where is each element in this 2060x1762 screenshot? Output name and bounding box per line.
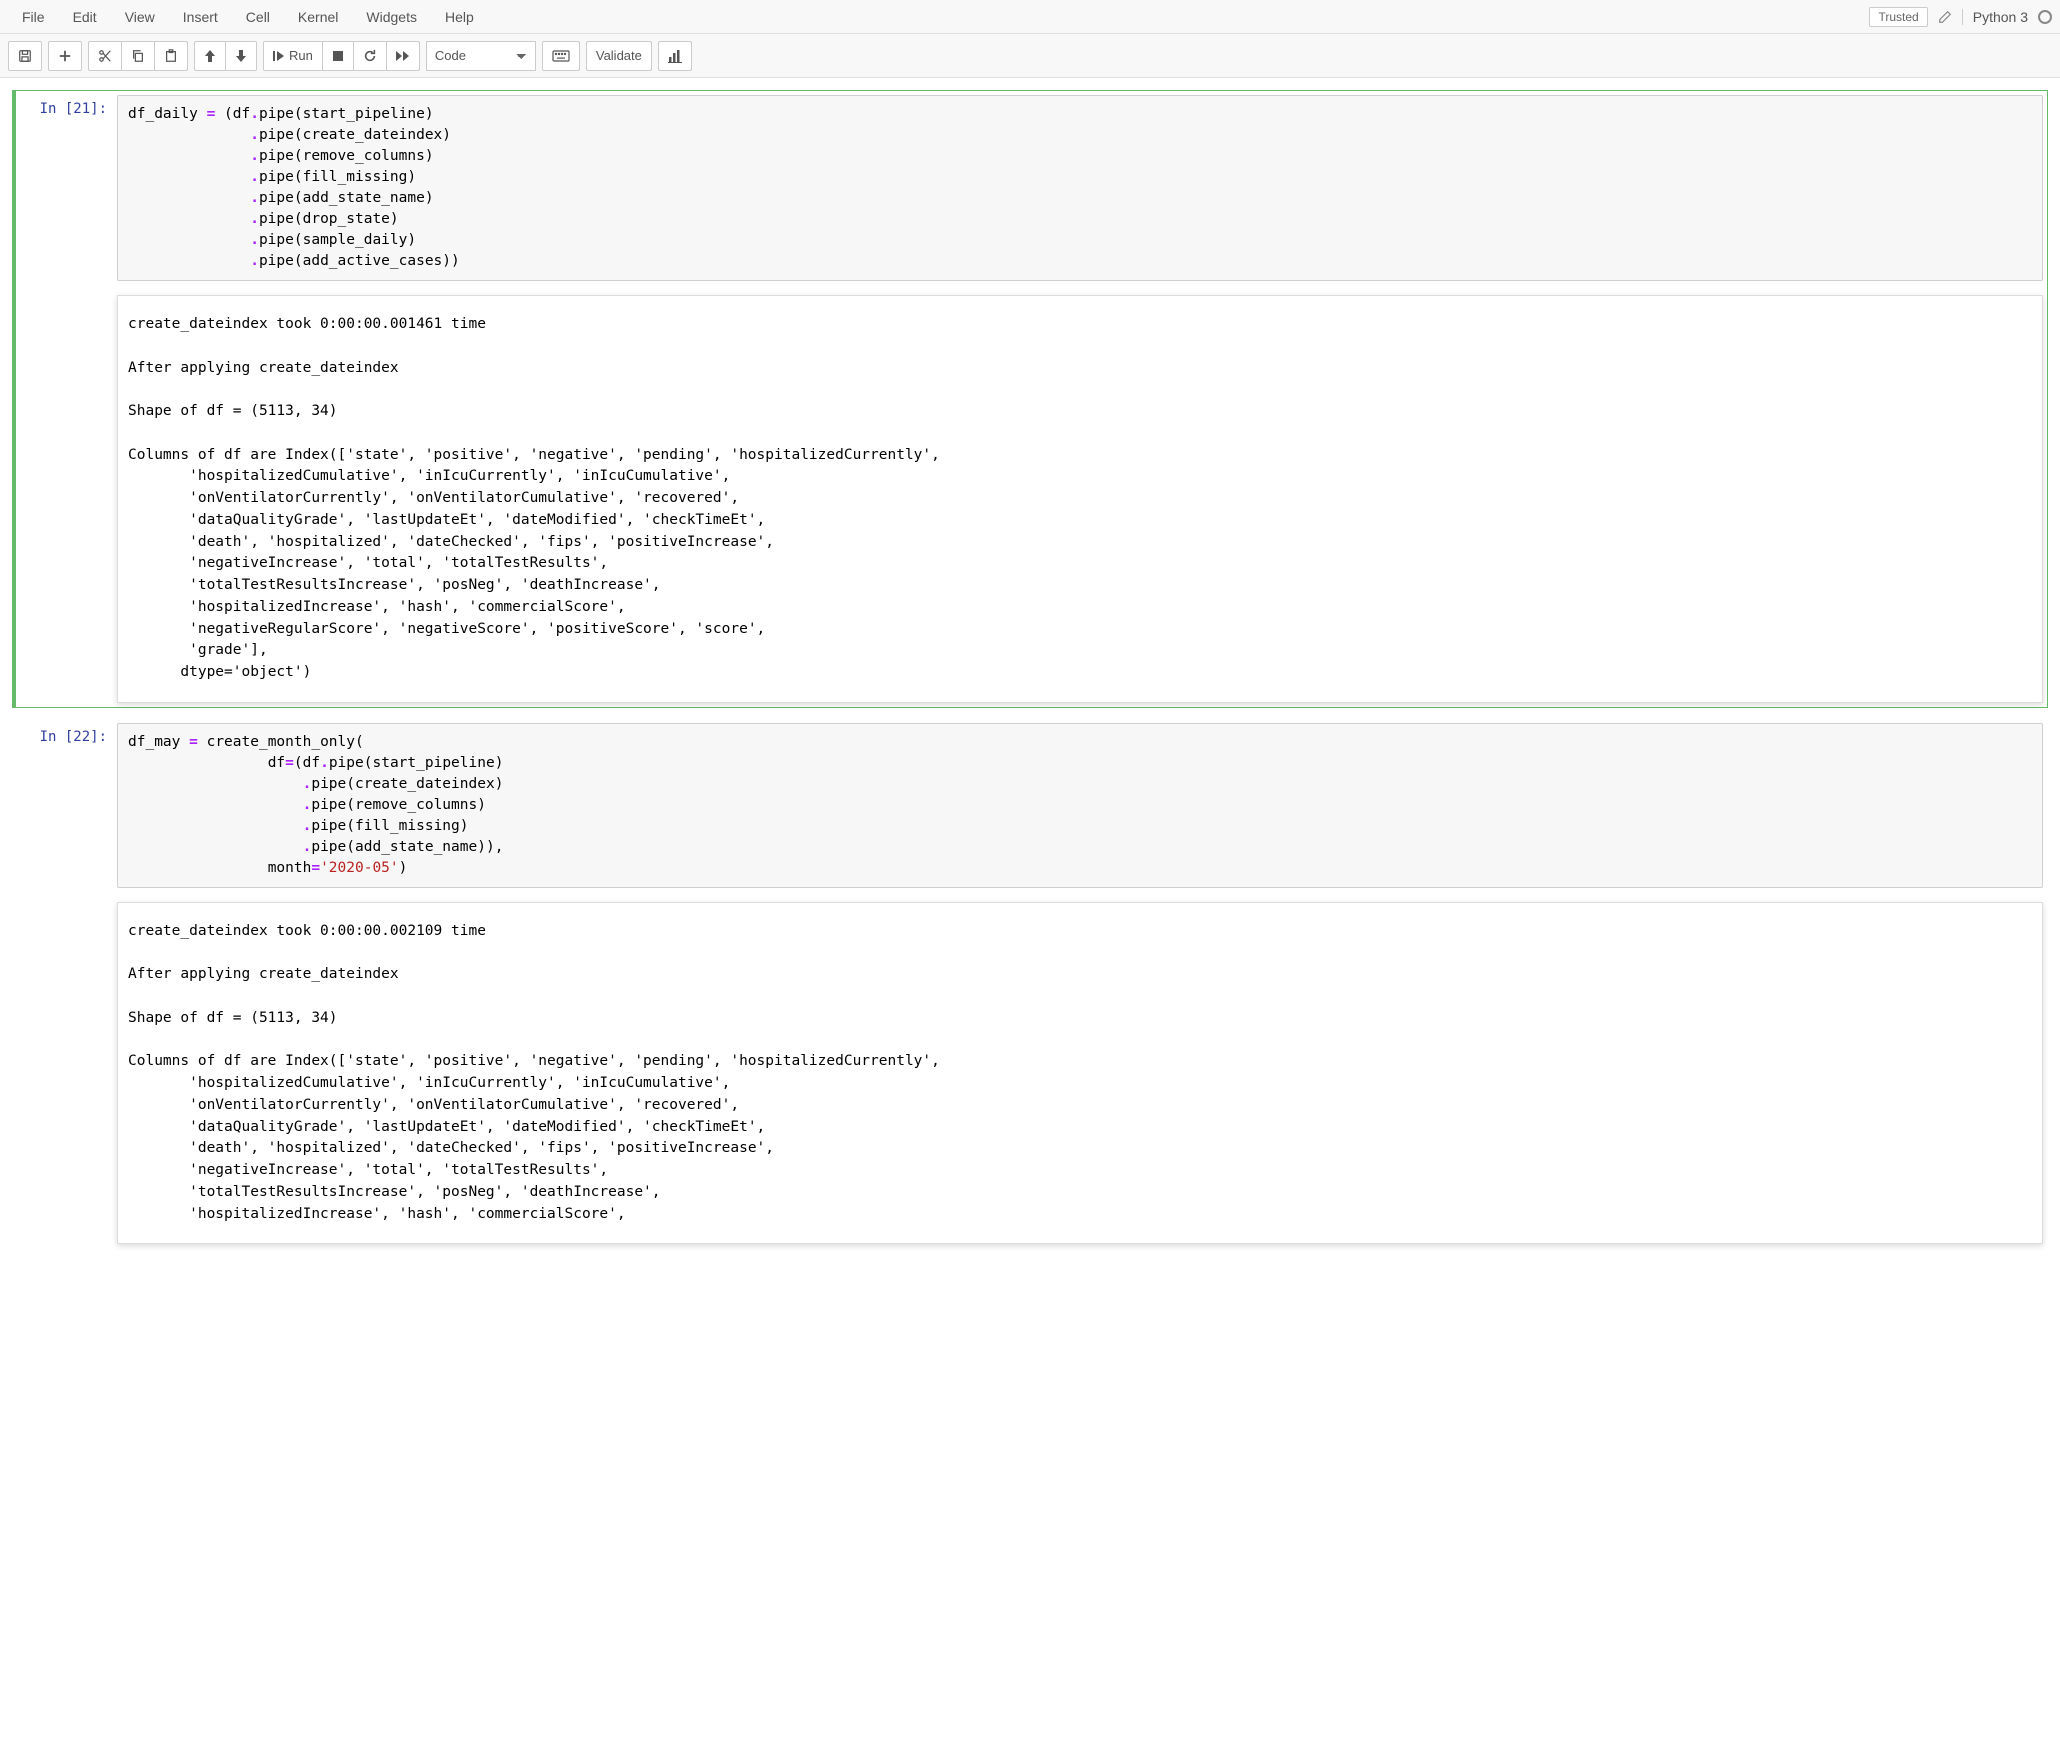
menubar-right: Trusted Python 3 — [1869, 7, 2052, 27]
paste-icon — [164, 49, 178, 63]
celltype-select[interactable]: Code — [426, 41, 536, 71]
plus-icon — [58, 49, 72, 63]
run-icon — [273, 50, 285, 62]
menu-edit[interactable]: Edit — [59, 3, 111, 31]
kernel-name[interactable]: Python 3 — [1962, 9, 2028, 25]
code-cell[interactable]: In [22]: df_may = create_month_only( df=… — [12, 718, 2048, 1250]
menu-kernel[interactable]: Kernel — [284, 3, 352, 31]
code-input[interactable]: df_may = create_month_only( df=(df.pipe(… — [117, 723, 2043, 888]
interrupt-button[interactable] — [323, 41, 354, 71]
menu-widgets[interactable]: Widgets — [352, 3, 431, 31]
paste-button[interactable] — [155, 41, 188, 71]
output-text: create_dateindex took 0:00:00.001461 tim… — [128, 314, 2032, 684]
menu-insert[interactable]: Insert — [169, 3, 232, 31]
save-icon — [18, 49, 32, 63]
pencil-icon[interactable] — [1938, 10, 1952, 24]
toolbar: Run Code Validate — [0, 34, 2060, 78]
menu-help[interactable]: Help — [431, 3, 488, 31]
kernel-status-icon[interactable] — [2038, 10, 2052, 24]
output-area: create_dateindex took 0:00:00.002109 tim… — [117, 902, 2043, 1245]
output-text: create_dateindex took 0:00:00.002109 tim… — [128, 921, 2032, 1226]
stop-icon — [332, 50, 344, 62]
notebook-container: In [21]: df_daily = (df.pipe(start_pipel… — [0, 78, 2060, 1271]
cut-button[interactable] — [88, 41, 122, 71]
input-prompt: In [22]: — [17, 723, 117, 1245]
move-up-button[interactable] — [194, 41, 226, 71]
run-label: Run — [289, 48, 313, 63]
menu-file[interactable]: File — [8, 3, 59, 31]
code-input[interactable]: df_daily = (df.pipe(start_pipeline) .pip… — [117, 95, 2043, 281]
cell-body: df_may = create_month_only( df=(df.pipe(… — [117, 723, 2043, 1245]
code-cell[interactable]: In [21]: df_daily = (df.pipe(start_pipel… — [12, 90, 2048, 708]
move-down-button[interactable] — [226, 41, 257, 71]
menu-cell[interactable]: Cell — [232, 3, 284, 31]
trusted-badge[interactable]: Trusted — [1869, 7, 1927, 27]
arrow-up-icon — [204, 49, 216, 63]
validate-button[interactable]: Validate — [586, 41, 652, 71]
menu-view[interactable]: View — [111, 3, 169, 31]
save-button[interactable] — [8, 41, 42, 71]
bar-chart-icon — [668, 49, 682, 63]
keyboard-icon — [552, 50, 570, 62]
menubar-left: File Edit View Insert Cell Kernel Widget… — [8, 3, 488, 31]
validate-label: Validate — [596, 48, 642, 63]
arrow-down-icon — [235, 49, 247, 63]
restart-button[interactable] — [354, 41, 387, 71]
run-button[interactable]: Run — [263, 41, 323, 71]
command-palette-button[interactable] — [542, 41, 580, 71]
output-area: create_dateindex took 0:00:00.001461 tim… — [117, 295, 2043, 703]
copy-icon — [131, 49, 145, 63]
menubar: File Edit View Insert Cell Kernel Widget… — [0, 0, 2060, 34]
chart-button[interactable] — [658, 41, 692, 71]
input-prompt: In [21]: — [17, 95, 117, 703]
fast-forward-icon — [396, 50, 410, 62]
add-cell-button[interactable] — [48, 41, 82, 71]
restart-run-all-button[interactable] — [387, 41, 420, 71]
restart-icon — [363, 49, 377, 63]
scissors-icon — [98, 49, 112, 63]
copy-button[interactable] — [122, 41, 155, 71]
cell-body: df_daily = (df.pipe(start_pipeline) .pip… — [117, 95, 2043, 703]
